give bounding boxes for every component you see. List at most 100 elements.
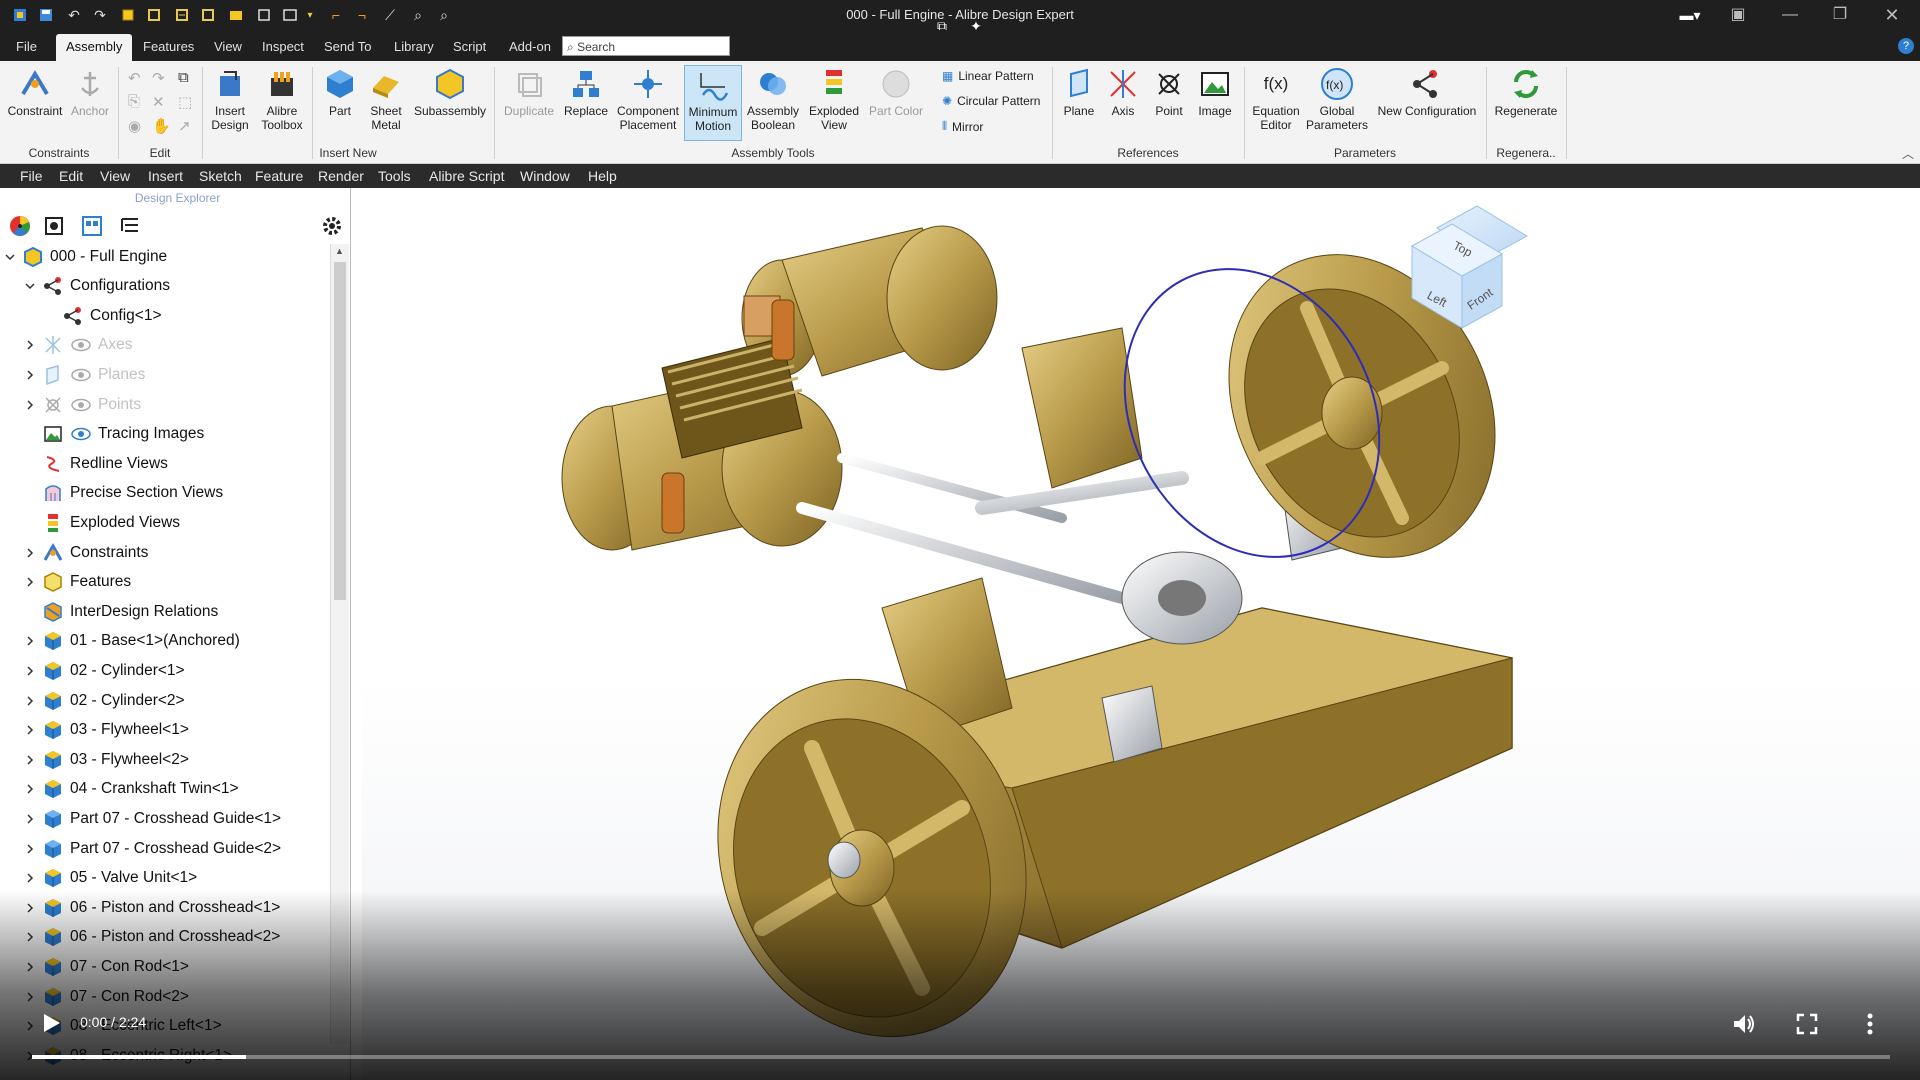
tree-item-exploded-views[interactable]: Exploded Views: [24, 508, 180, 537]
assembly-boolean-button[interactable]: Assembly Boolean: [744, 67, 802, 132]
collapse-chevron-icon[interactable]: [24, 783, 36, 795]
component-placement-button[interactable]: Component Placement: [614, 67, 682, 132]
settings-filter-icon[interactable]: [42, 214, 66, 238]
visibility-eye-icon[interactable]: [70, 334, 92, 356]
hide-icon[interactable]: ◉: [128, 117, 141, 135]
insert-design-button[interactable]: Insert Design: [206, 67, 254, 132]
explorer-view-icon[interactable]: [80, 214, 104, 238]
video-progress-bar[interactable]: [32, 1055, 1890, 1059]
tree-item-precise-section-views[interactable]: Precise Section Views: [24, 479, 223, 508]
redo-small-icon[interactable]: ↷: [152, 69, 165, 87]
menu-sketch[interactable]: Sketch: [199, 168, 242, 184]
collapse-chevron-icon[interactable]: [24, 813, 36, 825]
tab-view[interactable]: View: [204, 34, 252, 61]
exploded-view-button[interactable]: Exploded View: [806, 67, 862, 132]
collapse-chevron-icon[interactable]: [24, 339, 36, 351]
tree-item-points[interactable]: Points: [24, 390, 141, 419]
collapse-chevron-icon[interactable]: [24, 399, 36, 411]
tree-item-axes[interactable]: Axes: [24, 331, 132, 360]
point-button[interactable]: Point: [1146, 67, 1192, 118]
help-icon[interactable]: ?: [1898, 38, 1914, 54]
constraint-button[interactable]: Constraint: [6, 67, 64, 118]
delete-icon[interactable]: ✕: [152, 93, 165, 111]
tree-item-05-valve-unit-1[interactable]: 05 - Valve Unit<1>: [24, 864, 197, 893]
tree-item-03-flywheel-2[interactable]: 03 - Flywheel<2>: [24, 745, 189, 774]
gear-icon[interactable]: [320, 214, 344, 238]
tab-library[interactable]: Library: [384, 34, 444, 61]
menu-view[interactable]: View: [100, 168, 130, 184]
scroll-up-icon[interactable]: ▲: [335, 246, 344, 256]
tree-item-redline-views[interactable]: Redline Views: [24, 449, 168, 478]
tree-item-part-07-crosshead-guide-1[interactable]: Part 07 - Crosshead Guide<1>: [24, 804, 281, 833]
expand-chevron-icon[interactable]: [24, 280, 36, 292]
tree-item-02-cylinder-2[interactable]: 02 - Cylinder<2>: [24, 686, 185, 715]
collapse-chevron-icon[interactable]: [24, 843, 36, 855]
collapse-chevron-icon[interactable]: [24, 665, 36, 677]
maximize-button[interactable]: ❐: [1820, 4, 1860, 26]
anchor-button[interactable]: Anchor: [66, 67, 114, 118]
tab-file[interactable]: File: [6, 34, 47, 61]
plane-button[interactable]: Plane: [1058, 67, 1100, 118]
collapse-chevron-icon[interactable]: [24, 547, 36, 559]
collapse-ribbon-icon[interactable]: ︿: [1902, 145, 1914, 162]
replace-button[interactable]: Replace: [560, 67, 612, 118]
tab-assembly[interactable]: Assembly: [56, 34, 133, 61]
visibility-eye-icon[interactable]: [70, 364, 92, 386]
tree-item-part-07-crosshead-guide-2[interactable]: Part 07 - Crosshead Guide<2>: [24, 834, 281, 863]
tab-add-on[interactable]: Add-on: [499, 34, 561, 61]
menu-render[interactable]: Render: [318, 168, 364, 184]
tree-item-01-base-1-anchored[interactable]: 01 - Base<1>(Anchored): [24, 627, 240, 656]
tab-send-to[interactable]: Send To: [314, 34, 381, 61]
tree-item-interdesign-relations[interactable]: InterDesign Relations: [24, 597, 218, 626]
menu-alibre-script[interactable]: Alibre Script: [429, 168, 504, 184]
tree-item-04-crankshaft-twin-1[interactable]: 04 - Crankshaft Twin<1>: [24, 775, 239, 804]
sheet-metal-button[interactable]: Sheet Metal: [364, 67, 408, 132]
collapse-chevron-icon[interactable]: [24, 754, 36, 766]
visibility-eye-icon[interactable]: [70, 394, 92, 416]
tree-item-tracing-images[interactable]: Tracing Images: [24, 420, 204, 449]
play-icon[interactable]: [40, 1012, 62, 1034]
collapse-chevron-icon[interactable]: [24, 635, 36, 647]
collapse-chevron-icon[interactable]: [24, 724, 36, 736]
minimum-motion-button[interactable]: Minimum Motion: [684, 65, 742, 141]
collapse-chevron-icon[interactable]: [24, 872, 36, 884]
collapse-chevron-icon[interactable]: [24, 695, 36, 707]
menu-edit[interactable]: Edit: [59, 168, 83, 184]
menu-tools[interactable]: Tools: [378, 168, 411, 184]
tree-item-features[interactable]: Features: [24, 568, 131, 597]
user-menu-icon[interactable]: ▬▾: [1676, 5, 1704, 25]
new-configuration-button[interactable]: New Configuration: [1374, 67, 1480, 118]
equation-editor-button[interactable]: f(x) Equation Editor: [1248, 67, 1304, 132]
axis-button[interactable]: Axis: [1102, 67, 1144, 118]
fullscreen-icon[interactable]: [1796, 1013, 1818, 1035]
more-options-icon[interactable]: [1862, 1012, 1878, 1036]
part-button[interactable]: Part: [318, 67, 362, 118]
minimize-button[interactable]: —: [1770, 4, 1810, 26]
menu-help[interactable]: Help: [588, 168, 617, 184]
regenerate-button[interactable]: Regenerate: [1490, 67, 1562, 118]
move-icon[interactable]: ✋: [152, 117, 171, 135]
tab-inspect[interactable]: Inspect: [252, 34, 314, 61]
menu-feature[interactable]: Feature: [255, 168, 303, 184]
alibre-toolbox-button[interactable]: Alibre Toolbox: [256, 67, 308, 132]
part-color-button[interactable]: Part Color: [864, 67, 928, 118]
ribbon-display-icon[interactable]: ▣: [1718, 4, 1758, 26]
tree-item-config-1[interactable]: Config<1>: [44, 301, 162, 330]
tab-script[interactable]: Script: [443, 34, 496, 61]
tree-item-constraints[interactable]: Constraints: [24, 538, 148, 567]
menu-insert[interactable]: Insert: [148, 168, 183, 184]
circular-pattern-button[interactable]: ✺ Circular Pattern: [942, 94, 1040, 108]
close-button[interactable]: ✕: [1872, 4, 1912, 26]
tab-features[interactable]: Features: [133, 34, 204, 61]
scrollbar-thumb[interactable]: [334, 262, 346, 600]
tree-item-000-full-engine[interactable]: 000 - Full Engine: [4, 242, 167, 271]
undo-small-icon[interactable]: ↶: [128, 69, 141, 87]
menu-window[interactable]: Window: [520, 168, 570, 184]
duplicate-button[interactable]: Duplicate: [500, 67, 558, 118]
image-button[interactable]: Image: [1192, 67, 1238, 118]
menu-file[interactable]: File: [20, 168, 43, 184]
tree-item-03-flywheel-1[interactable]: 03 - Flywheel<1>: [24, 716, 189, 745]
tree-item-planes[interactable]: Planes: [24, 360, 145, 389]
tree-item-configurations[interactable]: Configurations: [24, 272, 170, 301]
collapse-chevron-icon[interactable]: [24, 576, 36, 588]
